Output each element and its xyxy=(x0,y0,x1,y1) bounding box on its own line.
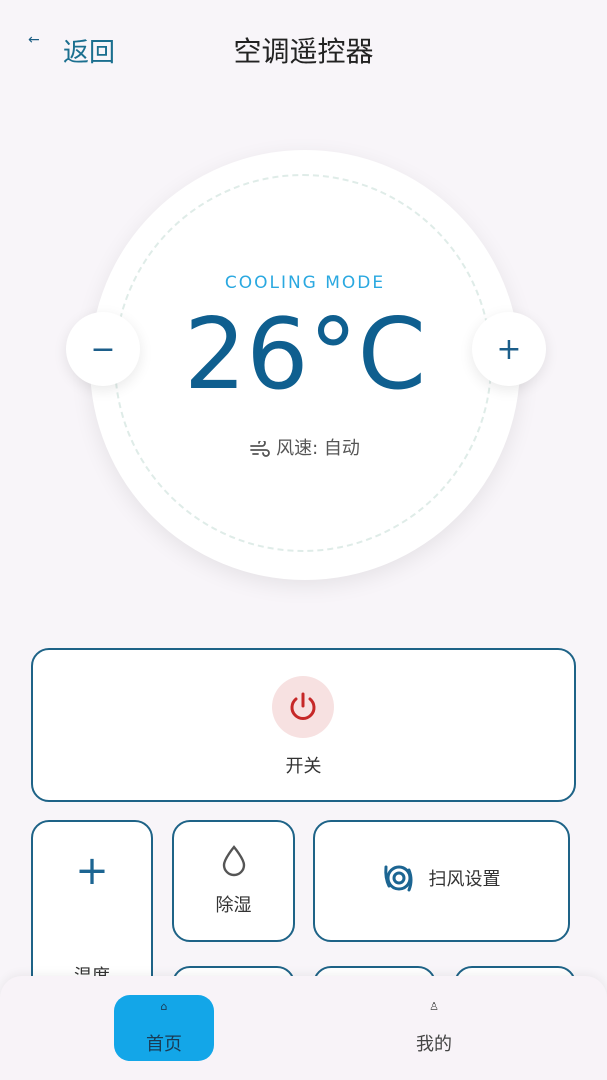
nav-me-tab[interactable]: 我的 xyxy=(384,1030,484,1056)
mode-label: COOLING MODE xyxy=(224,273,386,293)
temp-increase-button[interactable]: + xyxy=(472,312,546,386)
dehumidify-button[interactable] xyxy=(172,820,295,942)
page-title: 空调遥控器 xyxy=(233,35,374,68)
home-icon: ⌂ xyxy=(160,1000,168,1013)
fan-speed-label: 风速: 自动 xyxy=(276,438,360,459)
bottom-navigation xyxy=(0,976,607,1080)
wind-icon xyxy=(250,439,270,457)
profile-icon[interactable]: ♙ xyxy=(384,1000,484,1013)
dehumidify-label: 除湿 xyxy=(215,895,252,916)
swing-icon xyxy=(383,865,412,892)
fan-speed: 风速: 自动 xyxy=(90,434,520,460)
water-drop-icon xyxy=(172,845,295,881)
temp-decrease-button[interactable]: − xyxy=(66,312,140,386)
swing-settings-content: 扫风设置 xyxy=(313,862,570,894)
temperature-value: 26°C xyxy=(183,298,427,412)
plus-icon: + xyxy=(75,848,109,894)
power-icon xyxy=(272,676,334,738)
power-label: 开关 xyxy=(285,756,322,777)
swing-settings-label: 扫风设置 xyxy=(428,869,501,890)
nav-home-label: 首页 xyxy=(146,1034,182,1055)
